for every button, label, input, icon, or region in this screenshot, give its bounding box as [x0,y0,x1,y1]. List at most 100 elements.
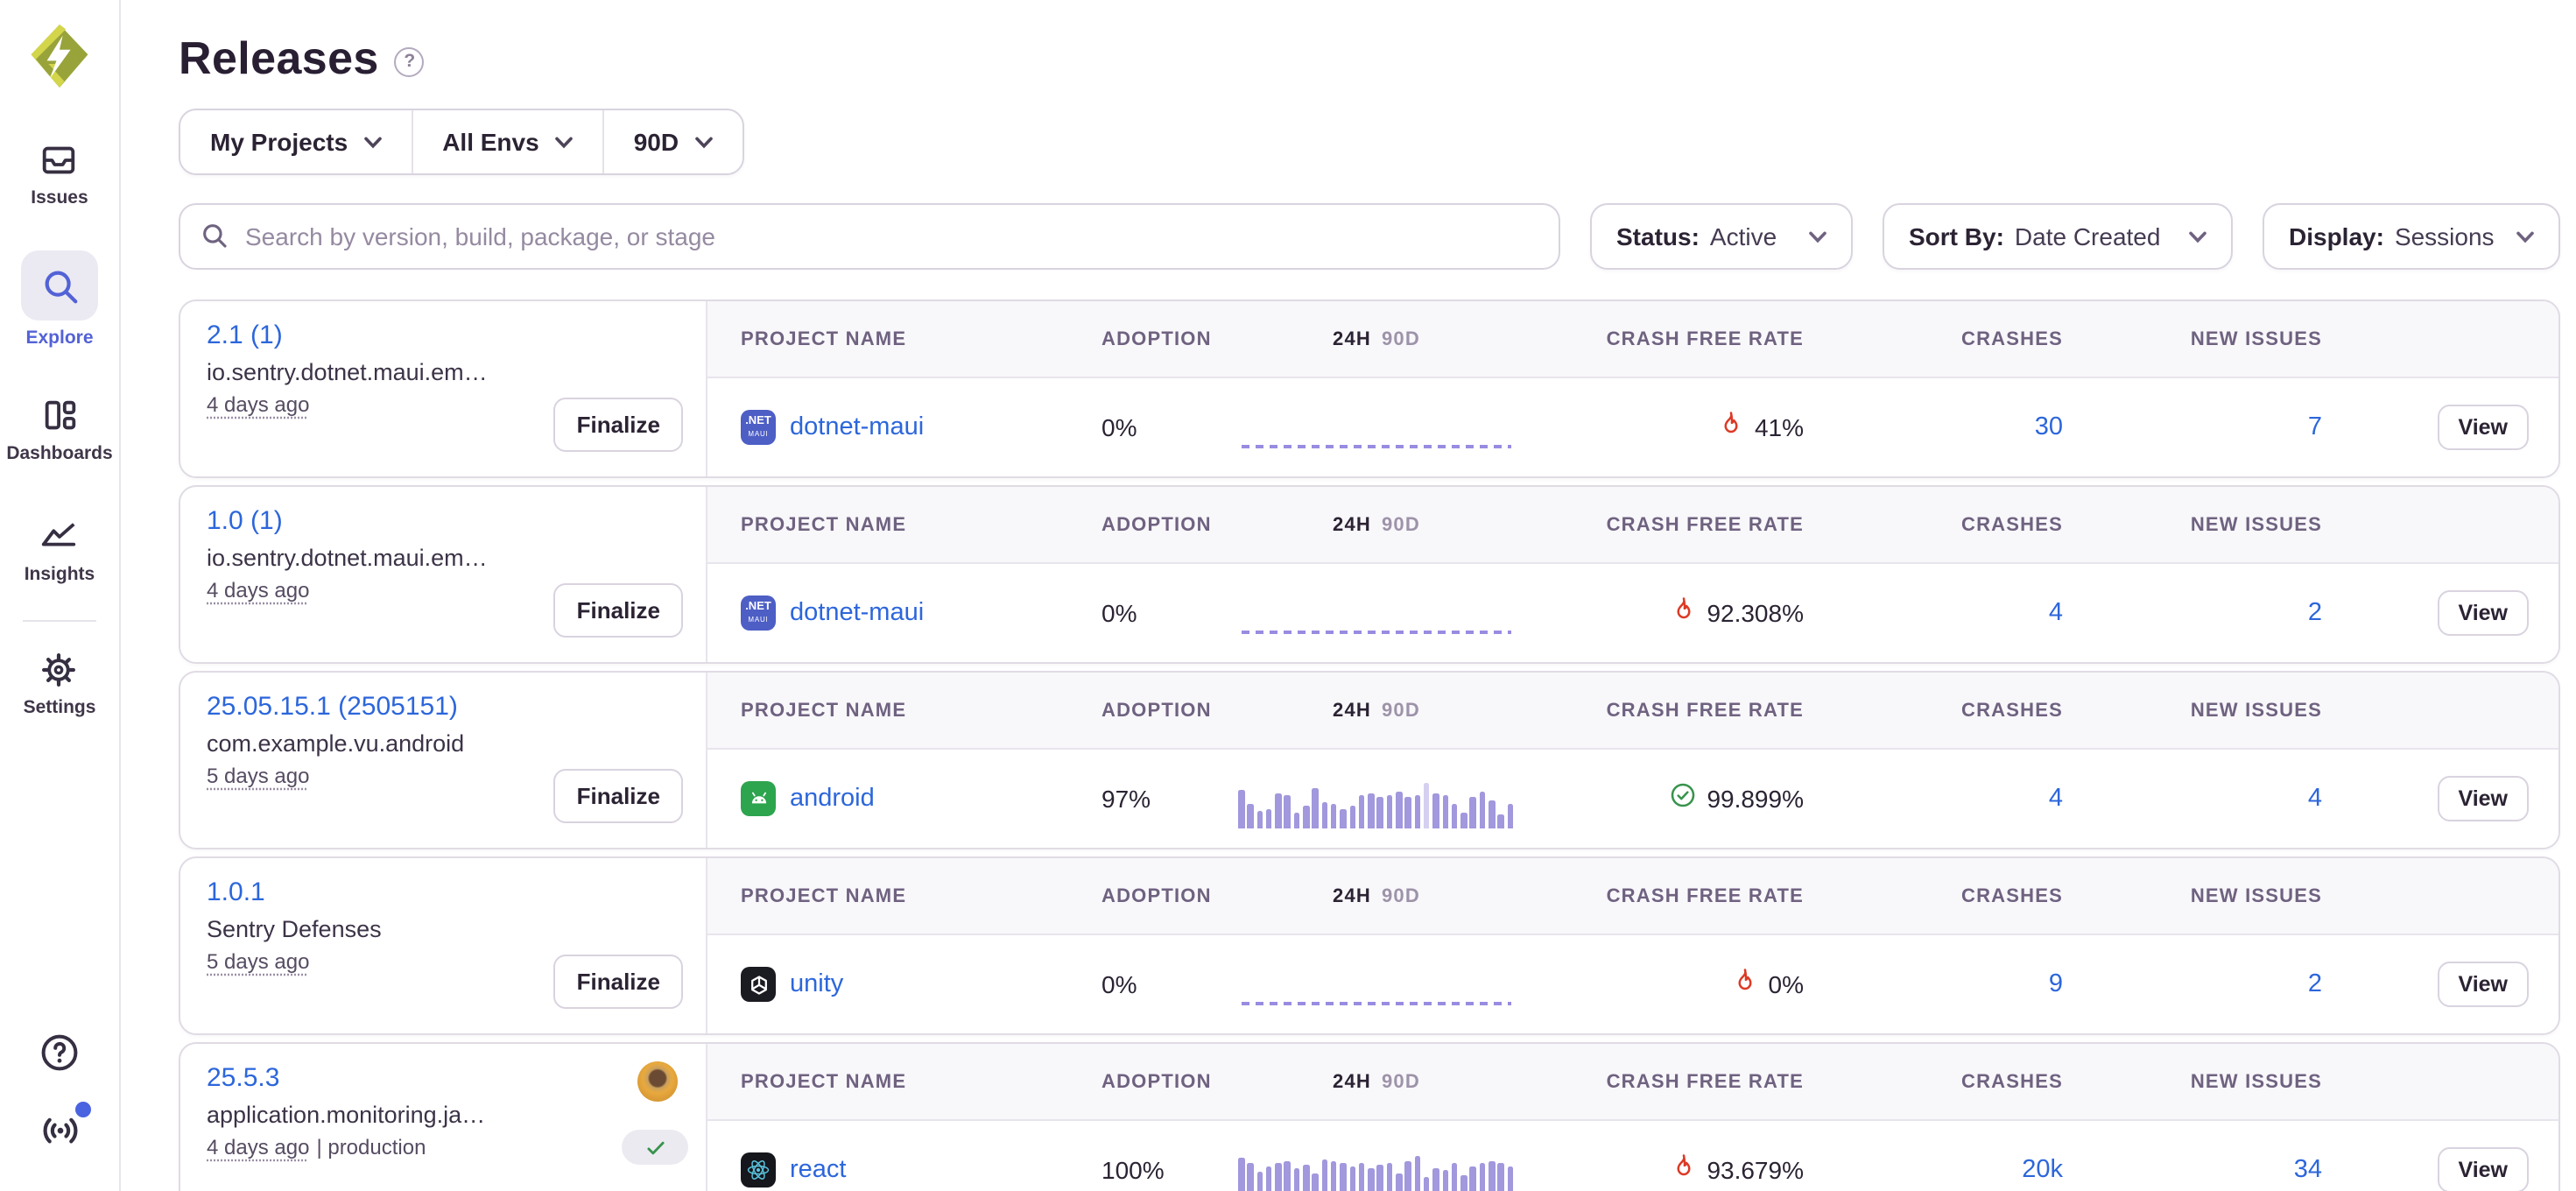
status-dropdown-label: Status: [1616,222,1700,250]
date-range-filter[interactable]: 90D [602,110,742,173]
sessions-sparkline [1238,398,1515,457]
col-crashes: CRASHES [1823,1071,2077,1092]
range-toggle-90d[interactable]: 90D [1382,885,1420,906]
view-button[interactable]: View [2437,962,2529,1007]
release-created-time: 5 days ago [207,764,309,788]
range-toggle-24h[interactable]: 24H [1333,885,1371,906]
search-input[interactable] [179,203,1560,270]
finalize-button[interactable]: Finalize [554,769,683,823]
range-toggle-90d[interactable]: 90D [1382,328,1420,349]
sidebar-item-settings[interactable]: Settings [24,650,96,718]
sessions-sparkline [1238,1140,1515,1191]
sidebar-item-explore[interactable]: Explore [21,250,98,349]
range-toggle-24h[interactable]: 24H [1333,514,1371,535]
crash-free-value: 0% [1769,970,1804,998]
crashes-link[interactable]: 4 [2049,785,2063,813]
new-issues-link[interactable]: 34 [2294,1156,2322,1184]
status-dropdown[interactable]: Status: Active [1590,203,1853,270]
project-link[interactable]: android [790,785,875,813]
finalize-button[interactable]: Finalize [554,583,683,638]
table-header-row: PROJECT NAME ADOPTION 24H 90D CRASH FREE… [707,673,2558,750]
view-button[interactable]: View [2437,590,2529,636]
chevron-down-icon [2189,230,2206,243]
new-issues-link[interactable]: 4 [2308,785,2322,813]
project-filter-label: My Projects [210,128,348,156]
col-new-issues: NEW ISSUES [2077,328,2336,349]
view-button[interactable]: View [2437,776,2529,821]
release-card: 2.1 (1) io.sentry.dotnet.maui.em… 4 days… [179,300,2560,478]
page-help-icon[interactable]: ? [395,46,425,76]
release-summary-panel: 2.1 (1) io.sentry.dotnet.maui.em… 4 days… [180,301,707,476]
check-icon [644,1136,666,1159]
release-created-time: 4 days ago [207,578,309,603]
col-new-issues: NEW ISSUES [2077,514,2336,535]
help-button[interactable] [39,1032,81,1082]
view-button[interactable]: View [2437,405,2529,450]
new-issues-link[interactable]: 7 [2308,413,2322,441]
crashes-link[interactable]: 9 [2049,970,2063,998]
adoption-value: 0% [1070,599,1228,627]
status-dropdown-value: Active [1710,222,1777,250]
finalized-check-pill [622,1130,688,1165]
adoption-value: 97% [1070,785,1228,813]
project-filter[interactable]: My Projects [180,110,411,173]
crash-free-value: 92.308% [1707,599,1804,627]
col-new-issues: NEW ISSUES [2077,700,2336,721]
release-version-link[interactable]: 1.0.1 [207,877,265,907]
range-toggle-24h[interactable]: 24H [1333,328,1371,349]
environment-filter[interactable]: All Envs [411,110,602,173]
insights-icon [39,517,80,557]
sidebar-item-dashboards[interactable]: Dashboards [6,396,112,464]
user-avatar[interactable] [637,1061,678,1102]
range-toggle-24h[interactable]: 24H [1333,1071,1371,1092]
col-crashes: CRASHES [1823,885,2077,906]
help-circle-icon [39,1032,81,1074]
range-toggle-90d[interactable]: 90D [1382,1071,1420,1092]
sidebar: Issues Explore Dashboards [0,0,121,1191]
new-issues-link[interactable]: 2 [2308,599,2322,627]
sentry-logo[interactable] [28,23,91,89]
flame-icon [1732,967,1758,993]
project-link[interactable]: dotnet-maui [790,413,924,441]
crashes-link[interactable]: 4 [2049,599,2063,627]
release-package: io.sentry.dotnet.maui.em… [207,359,574,385]
range-toggle-90d[interactable]: 90D [1382,514,1420,535]
sidebar-item-issues[interactable]: Issues [31,140,88,208]
adoption-bar-chart [1238,1147,1515,1191]
release-version-link[interactable]: 25.05.15.1 (2505151) [207,692,458,722]
crashes-link[interactable]: 30 [2035,413,2063,441]
crash-free-value: 41% [1755,413,1804,441]
new-issues-link[interactable]: 2 [2308,970,2322,998]
sidebar-item-label: Issues [31,187,88,208]
release-version-link[interactable]: 1.0 (1) [207,506,283,536]
crashes-link[interactable]: 20k [2022,1156,2063,1184]
release-card: 25.5.3 application.monitoring.ja… 4 days… [179,1042,2560,1191]
release-version-link[interactable]: 25.5.3 [207,1063,279,1093]
release-summary-panel: 25.05.15.1 (2505151) com.example.vu.andr… [180,673,707,848]
col-project-name: PROJECT NAME [707,885,1070,906]
crash-free-icon-slot [1670,596,1696,631]
sort-by-dropdown[interactable]: Sort By: Date Created [1883,203,2233,270]
col-crash-free-rate: CRASH FREE RATE [1525,700,1823,721]
whats-new-button[interactable] [38,1107,81,1159]
sidebar-item-insights[interactable]: Insights [25,517,95,585]
project-link[interactable]: react [790,1156,847,1184]
range-toggle-90d[interactable]: 90D [1382,700,1420,721]
release-version-link[interactable]: 2.1 (1) [207,321,283,350]
unity-icon [741,967,776,1002]
finalize-button[interactable]: Finalize [554,955,683,1009]
release-health-table: PROJECT NAME ADOPTION 24H 90D CRASH FREE… [707,673,2558,848]
sidebar-item-label: Dashboards [6,443,112,464]
finalize-button[interactable]: Finalize [554,398,683,452]
project-icon-slot [741,967,776,1002]
chevron-down-icon [363,136,381,148]
view-button[interactable]: View [2437,1147,2529,1191]
range-toggle-24h[interactable]: 24H [1333,700,1371,721]
col-chart-range: 24H 90D [1228,1071,1525,1092]
sort-by-dropdown-value: Date Created [2015,222,2161,250]
sidebar-divider [23,620,96,622]
display-dropdown[interactable]: Display: Sessions [2263,203,2560,270]
project-link[interactable]: dotnet-maui [790,599,924,627]
project-link[interactable]: unity [790,970,843,998]
chevron-down-icon [1809,230,1826,243]
